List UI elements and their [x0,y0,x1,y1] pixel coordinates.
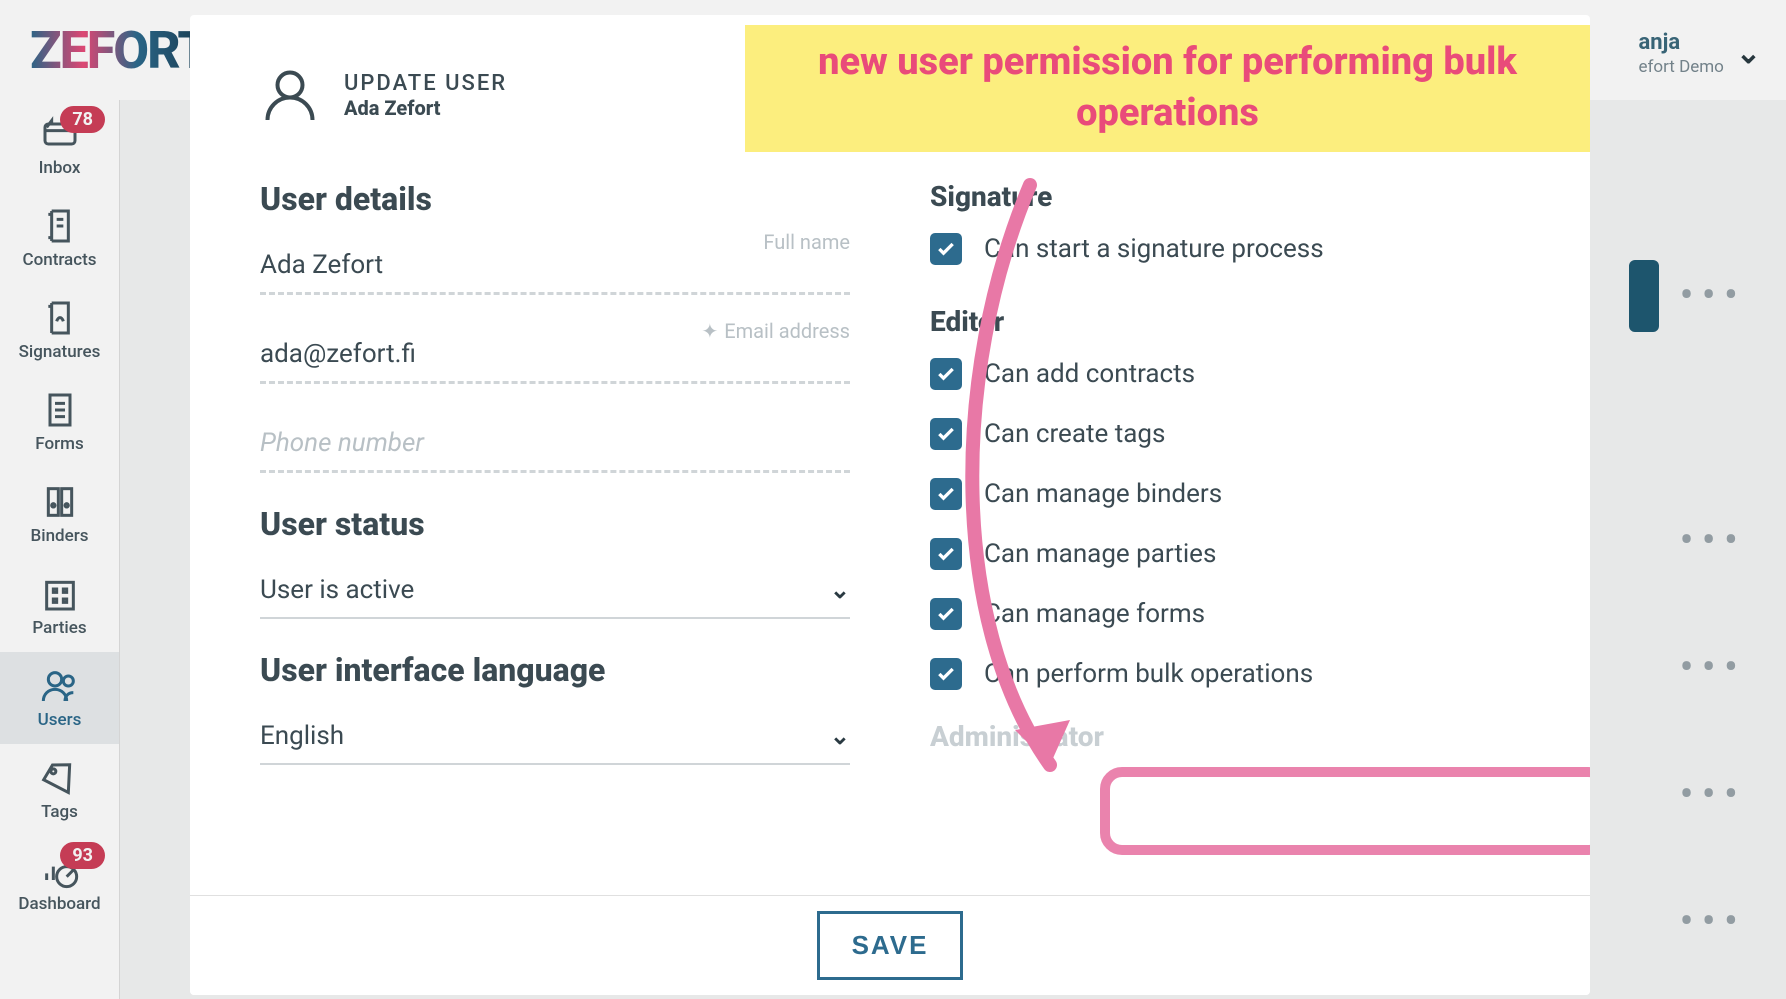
status-select[interactable]: User is active ⌄ [260,563,850,619]
fullname-input[interactable] [260,238,850,295]
perm-label: Can start a signature process [984,234,1324,264]
sidebar-item-label: Signatures [19,342,101,362]
phone-input[interactable] [260,416,850,473]
sidebar: 78 Inbox Contracts Signatures Forms Bind… [0,100,120,999]
modal-subtitle: Ada Zefort [344,96,507,120]
signatures-icon [40,298,80,338]
bg-primary-button[interactable] [1629,260,1659,332]
sidebar-item-label: Users [38,710,82,730]
perm-label: Can manage parties [984,539,1216,569]
sidebar-item-label: Dashboard [18,894,100,914]
checkbox-create-tags[interactable] [930,418,962,450]
perm-label: Can perform bulk operations [984,659,1313,689]
email-label: ✦Email address [701,319,850,343]
inbox-badge: 78 [60,106,105,133]
more-icon[interactable]: ••• [1679,275,1746,317]
user-menu[interactable]: anja efort Demo ⌄ [1639,30,1762,77]
sidebar-item-dashboard[interactable]: 93 Dashboard [0,836,119,928]
status-value: User is active [260,575,414,605]
sidebar-item-label: Contracts [22,250,96,270]
perm-section-editor: Editor [930,305,1520,338]
save-button[interactable]: SAVE [817,911,964,980]
sidebar-item-label: Forms [35,434,83,454]
sidebar-item-tags[interactable]: Tags [0,744,119,836]
perm-section-admin: Administrator [930,720,1520,753]
user-icon [260,65,320,125]
row-more-icon[interactable]: ••• [1679,774,1746,816]
topuser-name: anja [1639,30,1724,55]
checkbox-manage-parties[interactable] [930,538,962,570]
sidebar-item-forms[interactable]: Forms [0,376,119,468]
perm-label: Can manage forms [984,599,1205,629]
checkbox-manage-binders[interactable] [930,478,962,510]
brand-logo: ZEFORT [30,20,208,81]
language-select[interactable]: English ⌄ [260,709,850,765]
language-value: English [260,721,344,751]
section-user-details: User details [260,180,850,218]
fullname-label: Full name [763,230,850,254]
tags-icon [40,758,80,798]
update-user-modal: ✕ UPDATE USER Ada Zefort User details Fu… [190,15,1590,995]
sidebar-item-label: Binders [31,526,89,546]
topuser-sub: efort Demo [1639,57,1724,77]
sidebar-item-label: Parties [32,618,86,638]
perm-section-signature: Signature [930,180,1520,213]
checkbox-add-contracts[interactable] [930,358,962,390]
row-more-icon[interactable]: ••• [1679,520,1746,562]
chevron-down-icon: ⌄ [1736,36,1761,71]
section-user-status: User status [260,505,850,543]
users-icon [40,666,80,706]
sidebar-item-inbox[interactable]: 78 Inbox [0,100,119,192]
perm-label: Can add contracts [984,359,1195,389]
sidebar-item-users[interactable]: Users [0,652,119,744]
modal-title: UPDATE USER [344,71,507,96]
verified-icon: ✦ [701,319,718,343]
perm-label: Can manage binders [984,479,1222,509]
checkbox-signature-start[interactable] [930,233,962,265]
chevron-down-icon: ⌄ [830,722,850,750]
sidebar-item-label: Tags [41,802,78,822]
checkbox-bulk-operations[interactable] [930,658,962,690]
sidebar-item-binders[interactable]: Binders [0,468,119,560]
section-ui-language: User interface language [260,651,850,689]
perm-label: Can create tags [984,419,1165,449]
sidebar-item-label: Inbox [39,158,81,178]
checkbox-manage-forms[interactable] [930,598,962,630]
annotation-callout: new user permission for performing bulk … [745,25,1590,152]
row-more-icon[interactable]: ••• [1679,647,1746,689]
chevron-down-icon: ⌄ [830,576,850,604]
sidebar-item-parties[interactable]: Parties [0,560,119,652]
contracts-icon [40,206,80,246]
sidebar-item-contracts[interactable]: Contracts [0,192,119,284]
sidebar-item-signatures[interactable]: Signatures [0,284,119,376]
dashboard-badge: 93 [60,842,105,869]
forms-icon [40,390,80,430]
parties-icon [40,574,80,614]
binders-icon [40,482,80,522]
row-more-icon[interactable]: ••• [1679,901,1746,943]
